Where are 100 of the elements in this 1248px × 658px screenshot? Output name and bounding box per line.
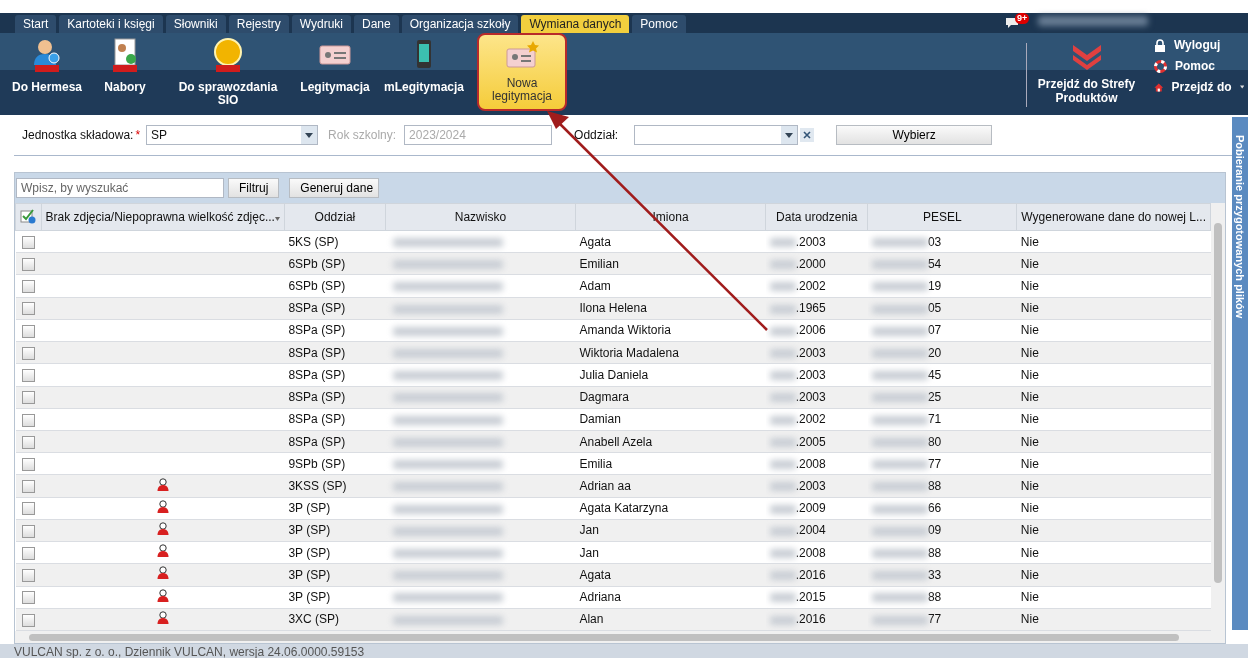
row-checkbox[interactable] xyxy=(21,391,35,405)
user-link[interactable]: Wyloguj xyxy=(1154,36,1244,54)
column-header[interactable]: Nazwisko xyxy=(454,210,507,224)
dropdown-caret-icon xyxy=(305,132,314,138)
row-checkbox[interactable] xyxy=(21,302,35,316)
menu-tab[interactable]: Start xyxy=(15,15,57,33)
menu-tab[interactable]: Dane xyxy=(354,15,399,33)
table-cell: 09 xyxy=(927,523,942,538)
generate-button[interactable]: Generuj dane xyxy=(289,178,380,198)
table-cell: Alan xyxy=(579,612,604,627)
table-cell: 71 xyxy=(927,412,942,427)
search-field[interactable]: Wpisz, by wyszukać xyxy=(16,178,224,198)
table-cell: 88 xyxy=(927,479,942,493)
menu-tab[interactable]: Rejestry xyxy=(228,15,289,33)
blurred-pesel xyxy=(871,349,928,359)
table-cell: 05 xyxy=(927,301,942,316)
blurred-pesel xyxy=(871,371,928,381)
table-cell: Nie xyxy=(1020,412,1039,427)
horizontal-scrollbar[interactable] xyxy=(15,631,1225,643)
menu-tab[interactable]: Wydruki xyxy=(291,15,351,33)
unit-select[interactable]: SP xyxy=(146,125,319,145)
lock-icon xyxy=(1154,38,1166,52)
user-link[interactable]: Przejdź do xyxy=(1154,78,1244,96)
table-cell: Nie xyxy=(1020,323,1039,338)
row-checkbox[interactable] xyxy=(21,613,35,627)
blurred-date xyxy=(769,571,796,581)
table-cell: 25 xyxy=(927,390,942,405)
menu-tab[interactable]: Wymiana danych xyxy=(521,15,630,33)
table-cell: Nie xyxy=(1020,390,1039,405)
clear-icon[interactable] xyxy=(800,128,815,142)
blurred-pesel xyxy=(871,260,928,270)
row-checkbox[interactable] xyxy=(21,480,35,494)
row-checkbox[interactable] xyxy=(21,369,35,383)
sort-caret-icon xyxy=(274,217,280,221)
row-checkbox[interactable] xyxy=(21,435,35,449)
table-cell: Adam xyxy=(579,279,611,294)
blurred-date xyxy=(769,482,796,492)
table-cell: Adrian aa xyxy=(579,479,631,493)
table-cell: .1965 xyxy=(795,301,826,316)
table-cell: 88 xyxy=(927,545,942,560)
blurred-pesel xyxy=(871,482,928,492)
table-cell: 88 xyxy=(927,590,942,605)
blurred-pesel xyxy=(871,304,928,314)
table-cell: 66 xyxy=(927,501,942,516)
table-cell: Nie xyxy=(1020,434,1039,449)
blurred-pesel xyxy=(871,415,928,425)
menu-tab[interactable]: Organizacja szkoły xyxy=(401,15,519,33)
blurred-date xyxy=(769,615,796,625)
table-cell: .2015 xyxy=(795,590,826,605)
table-cell: Anabell Azela xyxy=(579,434,653,449)
table-cell: Agata Katarzyna xyxy=(579,501,669,516)
toolbar-button[interactable]: mLegitymacja xyxy=(377,33,471,113)
row-checkbox[interactable] xyxy=(21,413,35,427)
row-checkbox[interactable] xyxy=(21,346,35,360)
menu-tab[interactable]: Słowniki xyxy=(165,15,226,33)
blurred-date xyxy=(769,371,796,381)
table-cell: 8SPa (SP) xyxy=(288,301,346,316)
unit-label: Jednostka składowa: xyxy=(22,128,134,142)
table-cell: .2009 xyxy=(795,501,826,516)
row-checkbox[interactable] xyxy=(21,258,35,271)
user-link[interactable]: Pomoc xyxy=(1154,57,1244,75)
menu-tab[interactable]: Pomoc xyxy=(632,15,686,33)
table-cell: .2016 xyxy=(795,612,826,627)
row-checkbox[interactable] xyxy=(21,502,35,516)
blurred-pesel xyxy=(871,437,928,447)
select-button[interactable]: Wybierz xyxy=(836,125,993,145)
blurred-date xyxy=(769,349,796,359)
required-mark: * xyxy=(135,128,141,142)
table-cell: Adriana xyxy=(579,590,621,605)
row-checkbox[interactable] xyxy=(21,524,35,538)
blurred-date xyxy=(769,282,796,292)
column-header[interactable]: Imiona xyxy=(652,210,689,224)
column-header[interactable]: PESEL xyxy=(923,210,962,224)
table-cell: Nie xyxy=(1020,367,1039,382)
table-cell: Nie xyxy=(1020,479,1039,493)
row-checkbox[interactable] xyxy=(21,280,35,294)
toolbar-button[interactable]: Do sprawozdania SIO xyxy=(163,33,293,113)
toolbar-button[interactable]: Nowa legitymacja xyxy=(477,33,567,111)
vertical-scrollbar[interactable] xyxy=(1211,203,1225,631)
row-checkbox[interactable] xyxy=(21,569,35,583)
table-cell: 80 xyxy=(927,434,942,449)
row-checkbox[interactable] xyxy=(21,546,35,560)
toolbar-button[interactable]: Nabory xyxy=(87,33,163,113)
table-cell: 19 xyxy=(927,279,942,294)
toolbar-button[interactable]: Legitymacja xyxy=(293,33,377,113)
blurred-date xyxy=(769,304,796,314)
table-cell: 8SPa (SP) xyxy=(288,323,346,338)
products-zone-button[interactable]: Przejdź do Strefy Produktów xyxy=(1026,43,1146,107)
row-checkbox[interactable] xyxy=(21,235,35,249)
table-cell: .2003 xyxy=(795,234,826,249)
row-checkbox[interactable] xyxy=(21,591,35,605)
table-cell: Dagmara xyxy=(579,390,629,405)
side-panel-tab[interactable]: Pobieranie przygotowanych plików xyxy=(1232,117,1248,630)
table-cell: Julia Daniela xyxy=(579,367,649,382)
table-cell: 3P (SP) xyxy=(288,590,331,605)
row-checkbox[interactable] xyxy=(21,457,35,471)
select-all-icon[interactable] xyxy=(20,207,37,224)
filter-button[interactable]: Filtruj xyxy=(228,178,280,198)
menu-tab[interactable]: Kartoteki i księgi xyxy=(59,15,163,33)
row-checkbox[interactable] xyxy=(21,324,35,338)
